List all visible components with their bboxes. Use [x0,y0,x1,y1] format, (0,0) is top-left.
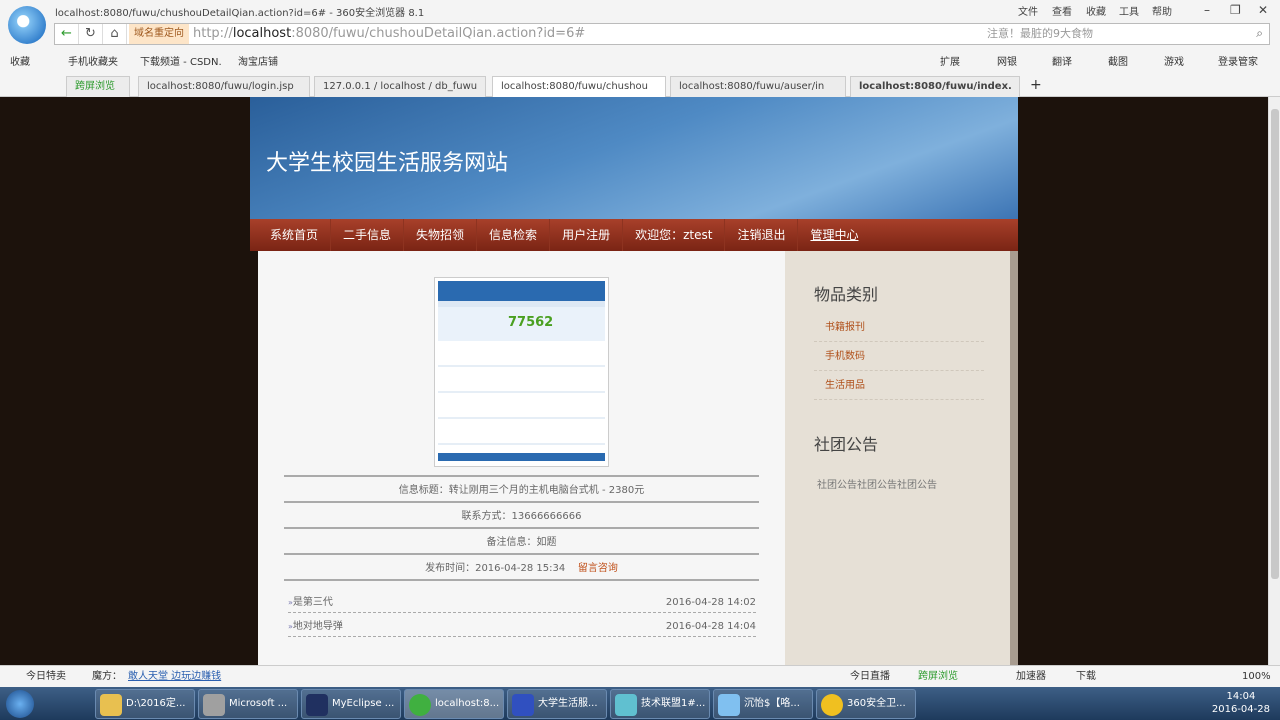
status-zoom[interactable]: 100% [1242,666,1271,688]
detail-title: 信息标题：转让刚用三个月的主机电脑台式机 - 2380元 [284,475,759,501]
site: 大学生校园生活服务网站 系统首页 二手信息 失物招领 信息检索 用户注册 欢迎您… [250,97,1018,665]
category-daily[interactable]: 生活用品 [814,371,984,400]
category-digital[interactable]: 手机数码 [814,342,984,371]
home-icon[interactable]: ⌂ [103,24,127,44]
status-split[interactable]: 跨屏浏览 [918,666,958,688]
toolbar-translate[interactable]: 翻译 [1052,53,1072,68]
menu-tools[interactable]: 工具 [1119,3,1139,18]
start-button[interactable] [6,690,34,718]
address-bar[interactable]: ← ↻ ⌂ 域名重定向 http://localhost:8080/fuwu/c… [54,23,1270,45]
tab-phpmyadmin[interactable]: 127.0.0.1 / localhost / db_fuwu [314,76,486,97]
search-input[interactable]: 注意！最脏的9大食物 [987,24,1093,44]
status-live[interactable]: 今日直播 [850,666,890,688]
category-books[interactable]: 书籍报刊 [814,313,984,342]
nav-home[interactable]: 系统首页 [258,219,332,251]
search-icon[interactable]: ⌕ [1256,26,1263,41]
main-content: 77562 信息标题：转让刚用三个月的主机电脑台式机 - 2380元 联系方式：… [258,251,785,665]
taskbar-item[interactable]: D:\2016定... [95,689,195,719]
sidebar: 物品类别 书籍报刊 手机数码 生活用品 社团公告 社团公告社团公告社团公告 [785,251,1010,665]
back-icon[interactable]: ← [55,24,79,44]
nav-admin[interactable]: 管理中心 [798,219,870,251]
nav-register[interactable]: 用户注册 [550,219,624,251]
tab-login[interactable]: localhost:8080/fuwu/login.jsp [138,76,310,97]
taskbar-item[interactable]: 360安全卫... [816,689,916,719]
taskbar-item[interactable]: localhost:8... [404,689,504,719]
consult-link[interactable]: 留言咨询 [578,563,618,574]
sidebar-edge [1010,251,1018,665]
bookmark-mobile[interactable]: 手机收藏夹 [68,53,118,68]
nav-search[interactable]: 信息检索 [477,219,551,251]
tab-bar: 跨屏浏览 localhost:8080/fuwu/login.jsp 127.0… [0,74,1280,97]
status-sale[interactable]: 今日特卖 [26,666,66,688]
toolbar-bank[interactable]: 网银 [997,53,1017,68]
nav-logout[interactable]: 注销退出 [725,219,799,251]
site-header: 大学生校园生活服务网站 [250,97,1018,219]
page-viewport: 大学生校园生活服务网站 系统首页 二手信息 失物招领 信息检索 用户注册 欢迎您… [0,97,1268,665]
window-title: localhost:8080/fuwu/chushouDetailQian.ac… [55,8,425,19]
browser-chrome: localhost:8080/fuwu/chushouDetailQian.ac… [0,0,1280,97]
toolbar-games[interactable]: 游戏 [1164,53,1184,68]
taskbar-item[interactable]: Microsoft ... [198,689,298,719]
bookmark-csdn[interactable]: 下载频道 - CSDN. [140,53,222,68]
detail-time: 发布时间：2016-04-28 15:34 留言咨询 [284,553,759,581]
category-heading: 物品类别 [814,285,879,304]
bookmark-favorites[interactable]: 收藏 [10,53,30,68]
url-input[interactable]: http://localhost:8080/fuwu/chushouDetail… [193,24,585,44]
close-button[interactable]: ✕ [1258,3,1268,17]
redirect-badge: 域名重定向 [129,24,189,44]
taskbar-item[interactable]: 技术联盟1#... [610,689,710,719]
nav-welcome: 欢迎您：ztest [623,219,726,251]
clock[interactable]: 14:04 2016-04-28 [1212,690,1270,716]
taskbar: D:\2016定... Microsoft ... MyEclipse ... … [0,687,1280,720]
status-mofang: 魔方： [92,671,122,682]
scrollbar[interactable] [1268,97,1280,665]
status-ad-link[interactable]: 敢人天堂 边玩边赚钱 [128,666,221,688]
main-nav: 系统首页 二手信息 失物招领 信息检索 用户注册 欢迎您：ztest 注销退出 … [250,219,1018,251]
tab-detail[interactable]: localhost:8080/fuwu/chushou [492,76,666,97]
notice-heading: 社团公告 [814,435,879,454]
nav-secondhand[interactable]: 二手信息 [331,219,405,251]
taskbar-item[interactable]: 大学生活服... [507,689,607,719]
toolbar-login[interactable]: 登录管家 [1218,53,1258,68]
toolbar-screenshot[interactable]: 截图 [1108,53,1128,68]
menu-file[interactable]: 文件 [1018,3,1038,18]
scrollbar-thumb[interactable] [1271,109,1279,579]
tab-auser[interactable]: localhost:8080/fuwu/auser/in [670,76,846,97]
image-number: 77562 [508,315,554,330]
status-accelerator[interactable]: 加速器 [1016,666,1046,688]
status-download[interactable]: 下载 [1076,666,1096,688]
menu-view[interactable]: 查看 [1052,3,1072,18]
minimize-button[interactable]: – [1204,3,1210,17]
comment-item: »地对地导弹 2016-04-28 14:04 [288,613,756,637]
notice-text: 社团公告社团公告社团公告 [817,480,937,491]
taskbar-item[interactable]: MyEclipse ... [301,689,401,719]
toolbar-extensions[interactable]: 扩展 [940,53,960,68]
browser-logo-icon [8,6,46,44]
refresh-icon[interactable]: ↻ [79,24,103,44]
maximize-button[interactable]: ❐ [1230,3,1241,17]
menu-favorites[interactable]: 收藏 [1086,3,1106,18]
tab-index[interactable]: localhost:8080/fuwu/index. [850,76,1020,97]
menu-help[interactable]: 帮助 [1152,3,1172,18]
bookmark-taobao[interactable]: 淘宝店铺 [238,53,278,68]
detail-contact: 联系方式：13666666666 [284,501,759,527]
product-image: 77562 [434,277,609,467]
new-tab-button[interactable]: + [1030,77,1042,93]
split-view-button[interactable]: 跨屏浏览 [66,76,130,97]
status-bar: 今日特卖 魔方： 敢人天堂 边玩边赚钱 今日直播 跨屏浏览 加速器 下载 100… [0,665,1280,687]
taskbar-item[interactable]: 沉怡$【咯... [713,689,813,719]
comment-item: »是第三代 2016-04-28 14:02 [288,589,756,613]
detail-note: 备注信息：如题 [284,527,759,553]
site-title: 大学生校园生活服务网站 [266,151,509,176]
nav-lost-found[interactable]: 失物招领 [404,219,478,251]
